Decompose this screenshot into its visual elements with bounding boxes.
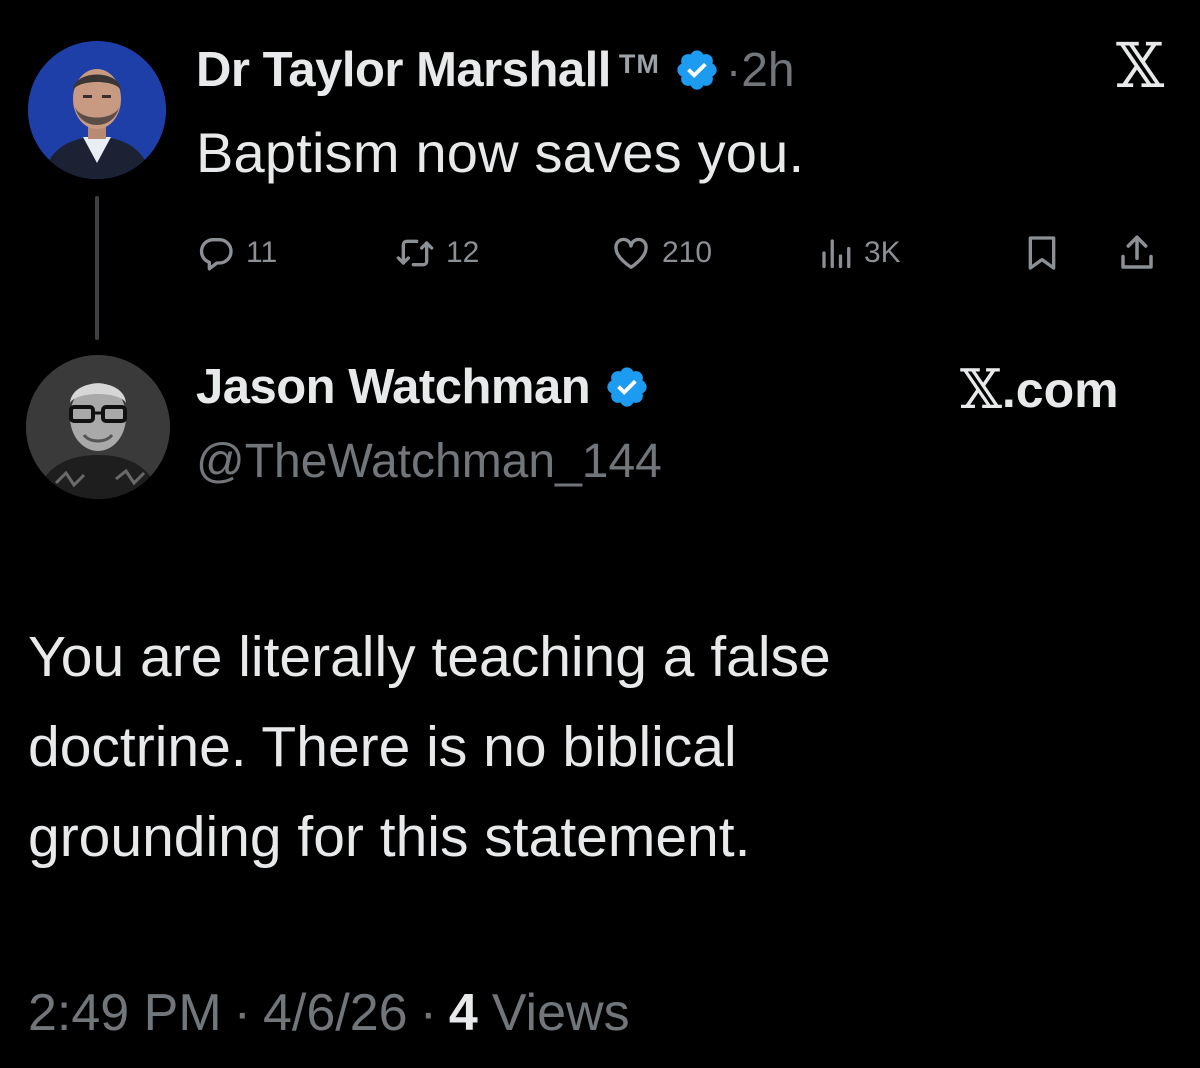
like-button[interactable]: 210 xyxy=(610,230,712,276)
reply-text-line: You are literally teaching a false xyxy=(28,625,831,689)
repost-button[interactable]: 12 xyxy=(394,230,479,276)
avatar-portrait-icon xyxy=(26,355,170,499)
tweet-meta-row: 2:49 PM · 4/6/26 · 4 Views xyxy=(28,978,630,1048)
x-logo-icon: 𝕏 xyxy=(960,358,1002,421)
parent-tweet-header: Dr Taylor Marshall TM · 2h xyxy=(196,30,795,110)
tweet-date[interactable]: 4/6/26 xyxy=(263,983,408,1043)
parent-display-name[interactable]: Dr Taylor Marshall xyxy=(196,42,611,98)
share-icon xyxy=(1121,235,1153,269)
reply-tweet-header: Jason Watchman xyxy=(196,352,650,422)
reply-count: 11 xyxy=(246,236,278,269)
repost-icon xyxy=(396,239,434,267)
trademark-label: TM xyxy=(618,48,660,79)
like-count: 210 xyxy=(662,236,713,269)
tweet-views-label: Views xyxy=(491,984,630,1042)
analytics-icon xyxy=(822,239,851,269)
parent-tweet-text: Baptism now saves you. xyxy=(196,121,805,184)
reply-tweet-text: You are literally teaching a false doctr… xyxy=(28,612,1168,882)
bookmark-icon xyxy=(1028,236,1056,270)
parent-time-ago[interactable]: 2h xyxy=(741,43,794,98)
x-com-brand: 𝕏 .com xyxy=(960,358,1119,421)
meta-separator: · xyxy=(233,984,251,1042)
tweet-time[interactable]: 2:49 PM xyxy=(28,983,222,1043)
share-button[interactable] xyxy=(1116,230,1158,276)
views-button[interactable]: 3K xyxy=(818,230,901,276)
reply-display-name[interactable]: Jason Watchman xyxy=(196,359,591,415)
reply-icon xyxy=(199,238,233,271)
avatar-portrait-icon xyxy=(28,41,166,179)
thread-connector-line xyxy=(95,196,99,340)
views-count: 3K xyxy=(864,236,901,269)
avatar-taylor-marshall[interactable] xyxy=(28,41,166,179)
tweet-views-count: 4 xyxy=(448,984,478,1042)
verified-badge-icon[interactable] xyxy=(604,364,650,410)
reply-text-line: doctrine. There is no biblical xyxy=(28,715,737,779)
reply-text-line: grounding for this statement. xyxy=(28,805,751,869)
bookmark-button[interactable] xyxy=(1022,230,1062,276)
avatar-jason-watchman[interactable] xyxy=(26,355,170,499)
reply-handle[interactable]: @TheWatchman_144 xyxy=(196,434,662,489)
repost-count: 12 xyxy=(446,236,480,269)
meta-separator: · xyxy=(419,984,437,1042)
reply-button[interactable]: 11 xyxy=(196,230,277,276)
verified-badge-icon[interactable] xyxy=(674,47,720,93)
x-logo-icon[interactable]: 𝕏 xyxy=(1108,34,1172,98)
x-com-domain: .com xyxy=(1001,361,1119,418)
header-separator: · xyxy=(725,44,742,96)
heart-icon xyxy=(614,237,648,269)
